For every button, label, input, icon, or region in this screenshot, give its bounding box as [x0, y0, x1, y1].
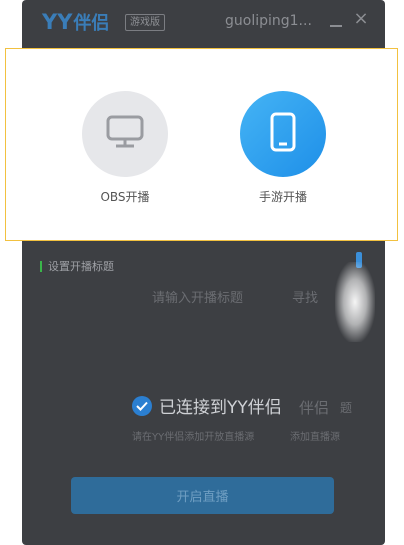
search-link[interactable]: 寻找 [292, 287, 318, 306]
obs-mode-label: OBS开播 [100, 190, 150, 204]
minimize-button[interactable] [329, 14, 343, 28]
hint-suffix-text: 添加直播源 [290, 432, 340, 443]
mobile-mode-circle[interactable] [240, 91, 326, 177]
app-logo: YY伴侣 [42, 9, 109, 35]
connected-text: 已连接到YY伴侣 [159, 398, 282, 418]
logo-cn-text: 伴侣 [73, 13, 110, 34]
obs-mode-circle[interactable] [82, 91, 168, 177]
logo-yy-text: YY [42, 10, 73, 34]
obs-mode-option[interactable]: OBS开播 [75, 91, 175, 205]
mode-selection-panel: OBS开播 手游开播 [5, 48, 398, 241]
start-live-button[interactable]: 开启直播 [71, 477, 334, 514]
edge-glow [335, 262, 375, 342]
section-title-text: 设置开播标题 [48, 260, 114, 273]
section-title: 设置开播标题 [40, 258, 114, 274]
faded-partner-text: 伴侣 [299, 399, 330, 417]
mobile-mode-label: 手游开播 [258, 190, 307, 204]
monitor-icon [105, 114, 145, 154]
section-marker [40, 260, 42, 272]
faded-suffix-text: 题 [340, 401, 353, 415]
connection-status: 已连接到YY伴侣 [132, 393, 282, 418]
hint-text: 请在YY伴侣添加开放直播源 [132, 432, 255, 443]
username-label[interactable]: guoliping1... [225, 13, 317, 29]
close-button[interactable]: × [353, 10, 369, 28]
check-circle-icon [132, 395, 152, 416]
title-bar: YY伴侣 游戏版 guoliping1... × [22, 0, 385, 46]
mobile-mode-option[interactable]: 手游开播 [233, 91, 333, 205]
phone-icon [269, 112, 297, 156]
stream-title-input[interactable]: 请输入开播标题 [152, 287, 302, 306]
edition-badge: 游戏版 [125, 14, 165, 31]
